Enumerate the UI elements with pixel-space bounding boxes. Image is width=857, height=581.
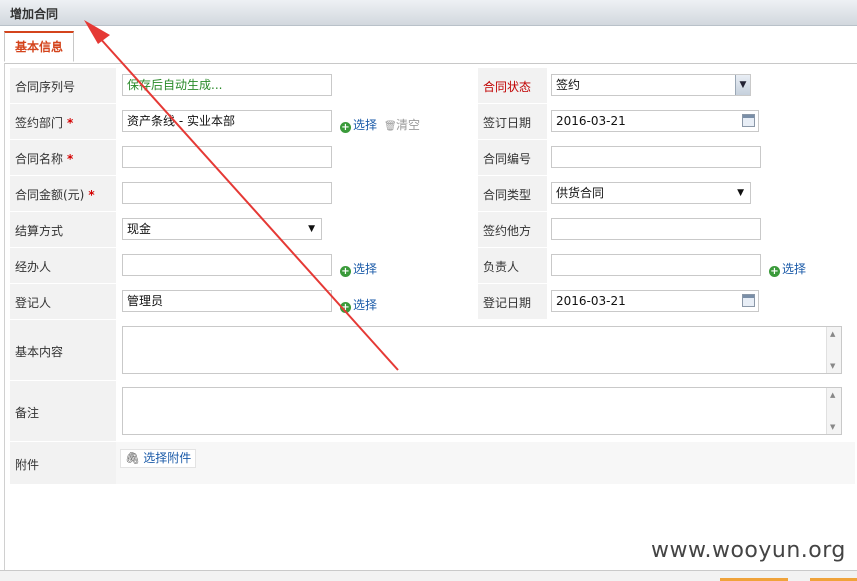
remark-textarea[interactable]: ▲ ▼ bbox=[122, 387, 842, 435]
amount-label: 合同金额(元) * bbox=[15, 188, 95, 202]
form-row: 登记人 管理员 + 选择 登记日期 2016-03-21 bbox=[10, 284, 855, 319]
form-row: 备注 ▲ ▼ bbox=[10, 381, 855, 441]
sign-date-label: 签订日期 bbox=[483, 116, 532, 130]
form-row: 签约部门 * 资产条线 - 实业本部 + 选择 🗑清空 签订日期 2016-03-2… bbox=[10, 104, 855, 139]
form-row: 合同序列号 保存后自动生成... 合同状态 签约 ▼ bbox=[10, 68, 855, 103]
status-select[interactable]: 签约 ▼ bbox=[551, 74, 751, 96]
select-attachment-button[interactable]: 🖇 选择附件 bbox=[120, 449, 197, 468]
calendar-icon[interactable] bbox=[742, 294, 755, 307]
contract-type-select[interactable]: 供货合同 ▼ bbox=[551, 182, 751, 204]
responsible-select-link[interactable]: + 选择 bbox=[769, 260, 806, 277]
department-label: 签约部门 * bbox=[15, 116, 74, 130]
scroll-up-icon[interactable]: ▲ bbox=[830, 330, 835, 338]
add-circle-icon: + bbox=[340, 122, 351, 133]
contract-number-input[interactable] bbox=[551, 146, 761, 168]
watermark: www.wooyun.org bbox=[651, 538, 846, 563]
sign-date-input[interactable]: 2016-03-21 bbox=[551, 110, 759, 132]
department-clear-link[interactable]: 🗑清空 bbox=[384, 116, 420, 133]
chevron-down-icon[interactable]: ▼ bbox=[737, 183, 744, 203]
scroll-down-icon[interactable]: ▼ bbox=[830, 362, 835, 370]
content-label: 基本内容 bbox=[15, 345, 64, 359]
tab-bar: 基本信息 bbox=[4, 31, 857, 64]
serial-input[interactable]: 保存后自动生成... bbox=[122, 74, 332, 96]
register-date-label: 登记日期 bbox=[483, 296, 532, 310]
scroll-up-icon[interactable]: ▲ bbox=[830, 391, 835, 399]
status-label: 合同状态 bbox=[483, 80, 532, 94]
title-bar: 增加合同 bbox=[0, 0, 857, 26]
scrollbar[interactable]: ▲ ▼ bbox=[826, 388, 841, 434]
calendar-icon[interactable] bbox=[742, 114, 755, 127]
tab-basic-info[interactable]: 基本信息 bbox=[4, 31, 74, 62]
add-circle-icon: + bbox=[769, 266, 780, 277]
handler-label: 经办人 bbox=[15, 260, 52, 274]
scroll-down-icon[interactable]: ▼ bbox=[830, 423, 835, 431]
form-row: 经办人 + 选择 负责人 + 选择 bbox=[10, 248, 855, 283]
other-party-label: 签约他方 bbox=[483, 224, 532, 238]
handler-select-link[interactable]: + 选择 bbox=[340, 260, 377, 277]
serial-label: 合同序列号 bbox=[15, 80, 76, 94]
form-row: 结算方式 现金 ▼ 签约他方 bbox=[10, 212, 855, 247]
form-row: 基本内容 ▲ ▼ bbox=[10, 320, 855, 380]
required-mark: * bbox=[67, 152, 74, 166]
dropdown-arrow-icon[interactable]: ▼ bbox=[735, 75, 750, 95]
amount-input[interactable] bbox=[122, 182, 332, 204]
settlement-label: 结算方式 bbox=[15, 224, 64, 238]
status-value: 签约 bbox=[556, 78, 581, 92]
other-party-input[interactable] bbox=[551, 218, 761, 240]
paperclip-icon: 🖇 bbox=[125, 451, 141, 465]
form-row: 合同名称 * 合同编号 bbox=[10, 140, 855, 175]
department-input[interactable]: 资产条线 - 实业本部 bbox=[122, 110, 332, 132]
content-textarea[interactable]: ▲ ▼ bbox=[122, 326, 842, 374]
registrar-select-link[interactable]: + 选择 bbox=[340, 296, 377, 313]
handler-input[interactable] bbox=[122, 254, 332, 276]
attachment-label: 附件 bbox=[15, 458, 40, 472]
chevron-down-icon[interactable]: ▼ bbox=[308, 219, 315, 239]
department-select-link[interactable]: + 选择 bbox=[340, 116, 377, 133]
responsible-input[interactable] bbox=[551, 254, 761, 276]
required-mark: * bbox=[88, 188, 95, 202]
contract-name-label: 合同名称 * bbox=[15, 152, 74, 166]
registrar-label: 登记人 bbox=[15, 296, 52, 310]
scrollbar[interactable]: ▲ ▼ bbox=[826, 327, 841, 373]
window-title: 增加合同 bbox=[10, 7, 59, 21]
required-mark: * bbox=[67, 116, 74, 130]
add-circle-icon: + bbox=[340, 266, 351, 277]
contract-name-input[interactable] bbox=[122, 146, 332, 168]
remark-label: 备注 bbox=[15, 406, 40, 420]
settlement-select[interactable]: 现金 ▼ bbox=[122, 218, 322, 240]
form-row: 合同金额(元) * 合同类型 供货合同 ▼ bbox=[10, 176, 855, 211]
contract-type-label: 合同类型 bbox=[483, 188, 532, 202]
register-date-input[interactable]: 2016-03-21 bbox=[551, 290, 759, 312]
registrar-input[interactable]: 管理员 bbox=[122, 290, 332, 312]
contract-number-label: 合同编号 bbox=[483, 152, 532, 166]
trash-icon: 🗑 bbox=[384, 121, 397, 132]
responsible-label: 负责人 bbox=[483, 260, 520, 274]
add-circle-icon: + bbox=[340, 302, 351, 313]
